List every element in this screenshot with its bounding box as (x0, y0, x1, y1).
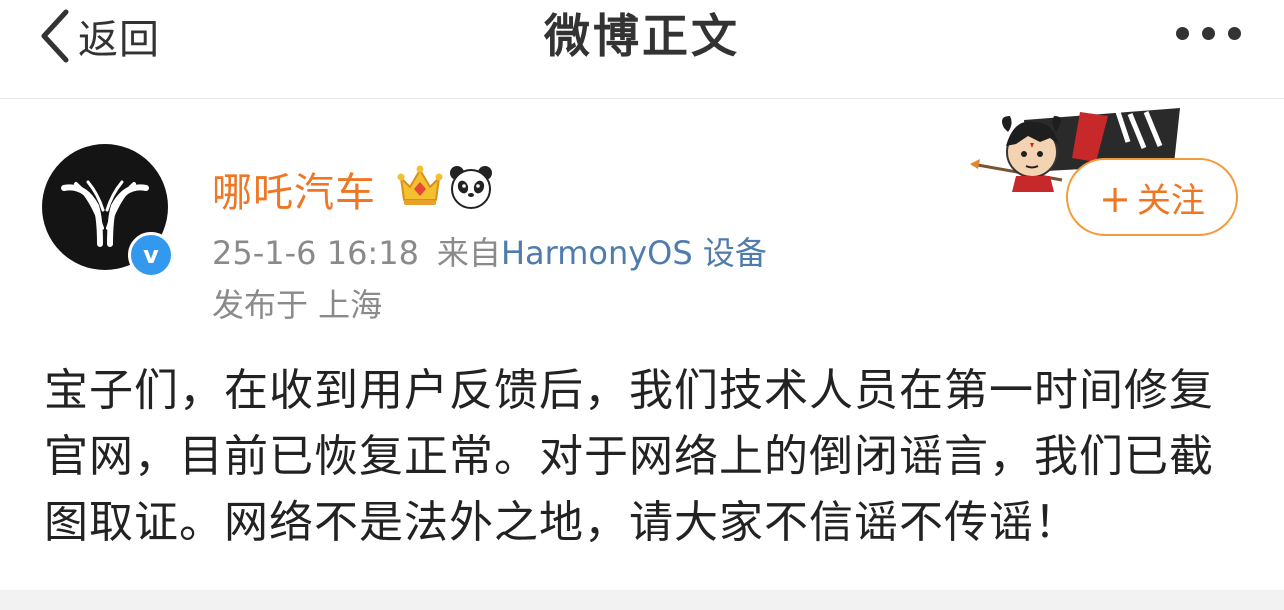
source-device-link[interactable]: HarmonyOS 设备 (501, 234, 767, 272)
top-nav-bar: 返回 微博正文 (0, 0, 1284, 99)
author-name[interactable]: 哪吒汽车 (212, 160, 376, 218)
follow-label: 关注 (1136, 181, 1205, 221)
post-location: 发布于 上海 (212, 286, 383, 324)
post-timestamp: 25-1-6 16:18 (212, 234, 419, 272)
more-dots-icon (1228, 27, 1241, 40)
post-text: 宝子们，在收到用户反馈后，我们技术人员在第一时间修复官网，目前已恢复正常。对于网… (44, 365, 1214, 548)
post-meta: 25-1-6 16:18 来自HarmonyOS 设备 (212, 228, 767, 274)
more-dots-icon (1176, 27, 1189, 40)
plus-icon: + (1099, 177, 1131, 221)
verified-badge-icon: v (128, 232, 174, 278)
source-prefix: 来自 (436, 234, 501, 272)
more-dots-icon (1202, 27, 1215, 40)
more-options-button[interactable] (1168, 14, 1248, 50)
panda-icon (450, 166, 492, 209)
follow-button[interactable]: + 关注 (1066, 158, 1238, 236)
crown-icon (397, 165, 443, 205)
section-divider (0, 590, 1284, 610)
page-title: 微博正文 (544, 9, 740, 63)
